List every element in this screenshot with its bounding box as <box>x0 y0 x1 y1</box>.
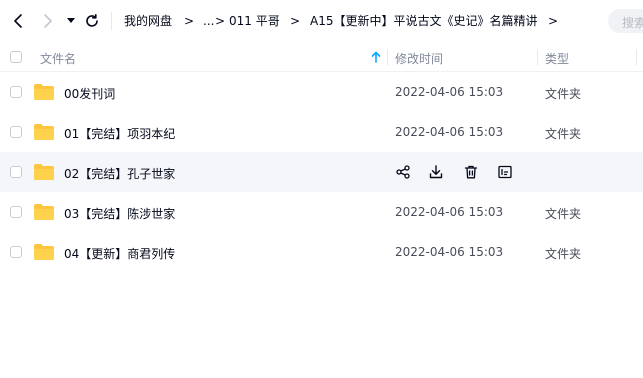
refresh-icon <box>86 14 98 27</box>
file-name[interactable]: 00发刊词 <box>64 85 115 102</box>
table-row[interactable]: 04【更新】商君列传 2022-04-06 15:03 文件夹 <box>0 232 643 272</box>
row-checkbox[interactable] <box>10 126 22 138</box>
folder-icon <box>34 84 54 100</box>
breadcrumb-separator: > <box>215 14 226 28</box>
search-placeholder: 搜索 <box>622 16 643 30</box>
chevron-left-icon <box>14 14 22 28</box>
rename-icon <box>498 165 512 179</box>
share-icon <box>396 165 410 179</box>
delete-button[interactable] <box>462 163 480 181</box>
forward-button[interactable] <box>38 11 58 31</box>
row-checkbox[interactable] <box>10 206 22 218</box>
row-checkbox[interactable] <box>10 246 22 258</box>
table-row[interactable]: 00发刊词 2022-04-06 15:03 文件夹 <box>0 72 643 112</box>
row-checkbox[interactable] <box>10 86 22 98</box>
breadcrumb-separator: > <box>290 14 301 28</box>
toolbar-divider <box>111 12 112 30</box>
file-modified-time: 2022-04-06 15:03 <box>395 245 504 259</box>
breadcrumb-separator: > <box>548 14 559 28</box>
file-name[interactable]: 02【完结】孔子世家 <box>64 165 175 182</box>
file-modified-time: 2022-04-06 15:03 <box>395 85 504 99</box>
file-type: 文件夹 <box>545 127 582 141</box>
table-row[interactable]: 01【完结】项羽本纪 2022-04-06 15:03 文件夹 <box>0 112 643 152</box>
file-name[interactable]: 03【完结】陈涉世家 <box>64 205 175 222</box>
back-button[interactable] <box>8 11 28 31</box>
breadcrumb-folder-011[interactable]: 011 平哥 <box>229 14 280 28</box>
file-type: 文件夹 <box>545 207 582 221</box>
column-header-type[interactable]: 类型 <box>545 50 569 67</box>
download-icon <box>429 165 443 179</box>
row-checkbox[interactable] <box>10 166 22 178</box>
share-button[interactable] <box>394 163 412 181</box>
folder-icon <box>34 124 54 140</box>
file-modified-time: 2022-04-06 15:03 <box>395 125 504 139</box>
select-all-checkbox[interactable] <box>10 51 22 63</box>
breadcrumb-current-folder[interactable]: A15【更新中】平说古文《史记》名篇精讲 <box>310 14 537 28</box>
folder-icon <box>34 204 54 220</box>
file-name[interactable]: 01【完结】项羽本纪 <box>64 125 175 142</box>
column-divider[interactable] <box>537 49 538 65</box>
rename-button[interactable] <box>496 163 514 181</box>
download-button[interactable] <box>427 163 445 181</box>
breadcrumb-my-drive[interactable]: 我的网盘 <box>124 14 172 28</box>
breadcrumb-ellipsis[interactable]: ... <box>203 14 214 28</box>
search-input[interactable]: 搜索 <box>608 9 643 33</box>
file-name[interactable]: 04【更新】商君列传 <box>64 245 175 262</box>
chevron-right-icon <box>44 14 52 28</box>
trash-icon <box>464 165 478 179</box>
toolbar: 我的网盘 > ... > 011 平哥 > A15【更新中】平说古文《史记》名篇… <box>0 0 643 42</box>
caret-down-icon <box>67 18 75 23</box>
column-divider[interactable] <box>387 49 388 65</box>
sort-ascending-icon[interactable] <box>371 51 381 63</box>
refresh-button[interactable] <box>82 11 102 31</box>
folder-icon <box>34 244 54 260</box>
file-type: 文件夹 <box>545 87 582 101</box>
folder-icon <box>34 164 54 180</box>
history-dropdown-button[interactable] <box>64 11 78 31</box>
column-header-modified[interactable]: 修改时间 <box>395 50 443 67</box>
breadcrumb-separator: > <box>184 14 195 28</box>
file-modified-time: 2022-04-06 15:03 <box>395 205 504 219</box>
table-row[interactable]: 03【完结】陈涉世家 2022-04-06 15:03 文件夹 <box>0 192 643 232</box>
table-row-hovered[interactable]: 02【完结】孔子世家 <box>0 152 643 192</box>
column-divider[interactable] <box>636 49 637 65</box>
file-type: 文件夹 <box>545 247 582 261</box>
table-header: 文件名 修改时间 类型 <box>0 42 643 72</box>
column-header-name[interactable]: 文件名 <box>40 50 76 67</box>
